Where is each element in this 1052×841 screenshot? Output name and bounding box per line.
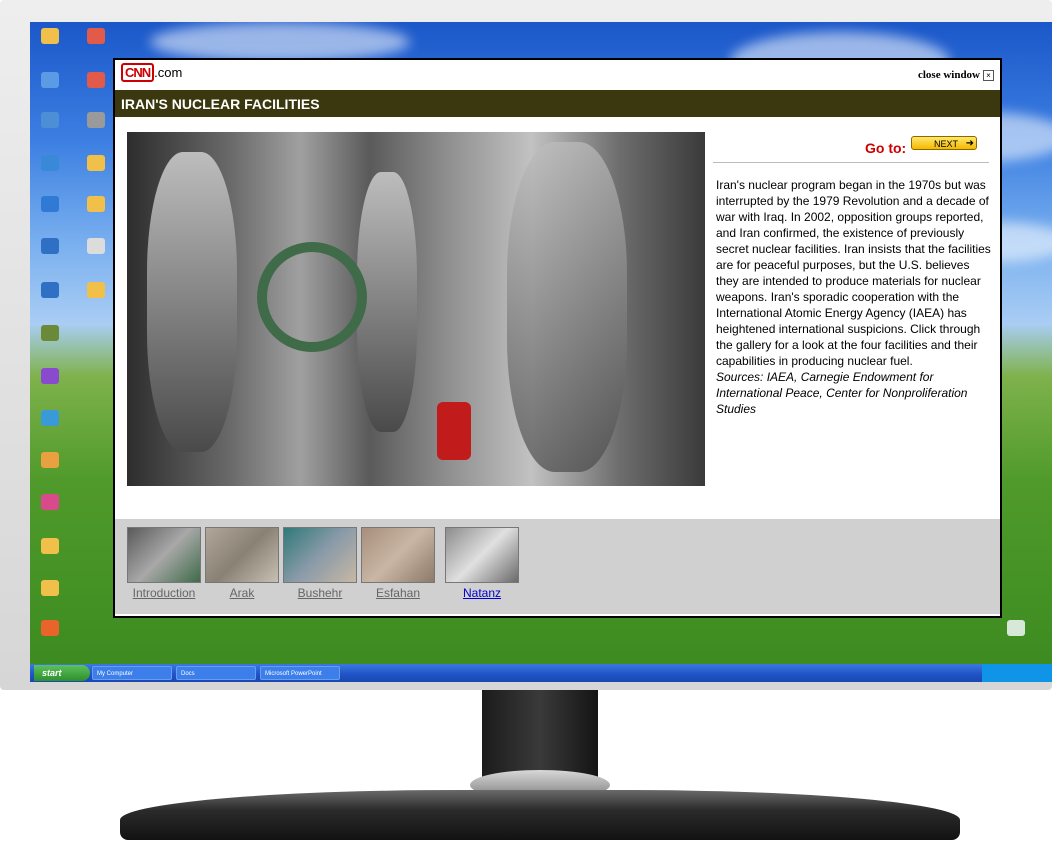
- cnn-logo[interactable]: CNN .com: [121, 63, 183, 82]
- recycle-bin-icon[interactable]: [998, 620, 1034, 642]
- desktop-icon[interactable]: [32, 325, 68, 347]
- gallery-link-introduction[interactable]: Introduction: [126, 586, 202, 600]
- desktop-icon[interactable]: [78, 112, 114, 134]
- valve-wheel: [257, 242, 367, 352]
- divider: [713, 162, 989, 163]
- next-button-label: NEXT: [934, 139, 959, 149]
- taskbar-button-powerpoint[interactable]: Microsoft PowerPoint: [260, 666, 340, 680]
- cnn-logo-brand: CNN: [121, 63, 155, 82]
- monitor-stand-base: [120, 790, 960, 840]
- taskbar-button-docs[interactable]: Docs: [176, 666, 256, 680]
- desktop-icon[interactable]: [32, 112, 68, 134]
- arrow-right-icon: ➜: [965, 138, 974, 149]
- sources-text: Sources: IAEA, Carnegie Endowment for In…: [716, 370, 968, 416]
- desktop-icon[interactable]: [32, 494, 68, 516]
- thumbnail-introduction[interactable]: [127, 527, 201, 583]
- goto-label: Go to:: [865, 140, 907, 156]
- system-tray: [982, 664, 1052, 682]
- description-text: Iran's nuclear program began in the 1970…: [716, 177, 994, 417]
- start-button[interactable]: start: [34, 665, 90, 681]
- thumbnail-arak[interactable]: [205, 527, 279, 583]
- desktop-icon[interactable]: [32, 238, 68, 260]
- thumbnail-natanz[interactable]: [445, 527, 519, 583]
- popup-topbar: CNN .com close window ×: [115, 60, 1000, 90]
- desktop-icon[interactable]: [78, 72, 114, 94]
- thumbnail-esfahan[interactable]: [361, 527, 435, 583]
- desktop-icon[interactable]: [32, 282, 68, 304]
- desktop-icon[interactable]: [32, 28, 68, 50]
- desktop-icon[interactable]: [32, 155, 68, 177]
- desktop-icon[interactable]: [32, 580, 68, 602]
- gallery-strip: Introduction Arak Bushehr Esfahan Natanz: [115, 519, 1000, 614]
- taskbar: start My Computer Docs Microsoft PowerPo…: [30, 664, 1052, 682]
- desktop-icon[interactable]: [32, 368, 68, 390]
- cnn-popup-window: CNN .com close window × IRAN'S NUCLEAR FAC…: [113, 58, 1002, 618]
- next-button[interactable]: NEXT ➜: [911, 136, 977, 150]
- desktop-icon[interactable]: [32, 538, 68, 560]
- close-icon[interactable]: ×: [983, 69, 994, 81]
- close-window-label: close window: [917, 69, 980, 81]
- desktop-icon[interactable]: [78, 282, 114, 304]
- desktop-icon[interactable]: [32, 72, 68, 94]
- taskbar-button-my-computer[interactable]: My Computer: [92, 666, 172, 680]
- desktop-icon[interactable]: [32, 452, 68, 474]
- page-title: IRAN'S NUCLEAR FACILITIES: [121, 96, 320, 112]
- facility-photo: [127, 132, 705, 486]
- desktop-icon[interactable]: [78, 196, 114, 218]
- popup-titlebar: IRAN'S NUCLEAR FACILITIES: [115, 90, 1000, 117]
- gallery-link-arak[interactable]: Arak: [204, 586, 280, 600]
- gallery-link-esfahan[interactable]: Esfahan: [360, 586, 436, 600]
- cnn-logo-suffix: .com: [154, 65, 183, 80]
- gallery-link-bushehr[interactable]: Bushehr: [282, 586, 358, 600]
- desktop-icon[interactable]: [32, 620, 68, 642]
- desktop-icon[interactable]: [78, 238, 114, 260]
- thumbnail-bushehr[interactable]: [283, 527, 357, 583]
- gallery-link-natanz[interactable]: Natanz: [444, 586, 520, 600]
- desktop-icon[interactable]: [32, 196, 68, 218]
- desktop-icon[interactable]: [78, 28, 114, 50]
- close-window-button[interactable]: close window ×: [918, 69, 994, 81]
- desktop-icon[interactable]: [32, 410, 68, 432]
- red-valve: [437, 402, 471, 460]
- desktop-icon[interactable]: [78, 155, 114, 177]
- description-body: Iran's nuclear program began in the 1970…: [716, 178, 991, 368]
